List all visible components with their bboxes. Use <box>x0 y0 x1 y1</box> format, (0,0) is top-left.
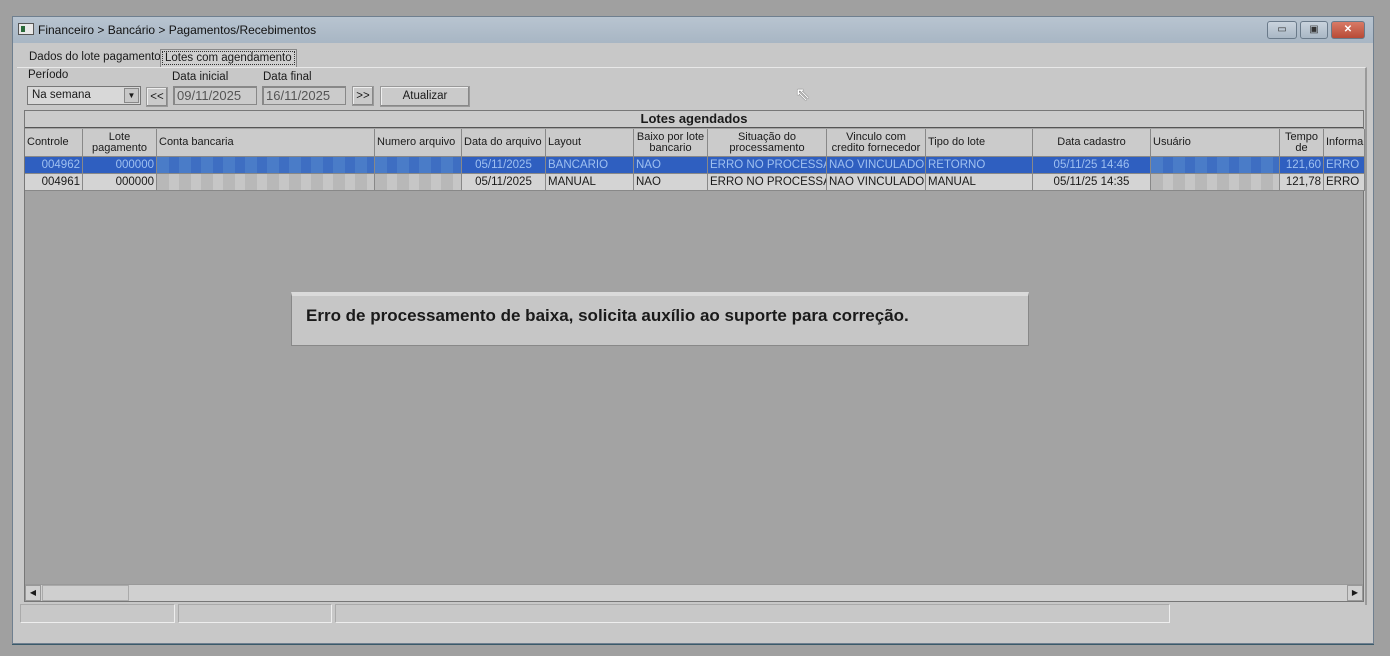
prev-period-button[interactable]: << <box>146 87 168 107</box>
column-header[interactable]: Conta bancaria <box>157 129 375 157</box>
table-cell[interactable] <box>375 174 462 191</box>
periodo-select[interactable]: Na semana ▼ <box>27 86 141 105</box>
column-header[interactable]: Controle <box>25 129 83 157</box>
data-final-input[interactable]: 16/11/2025 <box>262 86 346 105</box>
scroll-right-icon[interactable]: ▶ <box>1347 585 1363 601</box>
table-cell[interactable]: BANCARIO <box>546 157 634 174</box>
table-cell[interactable]: 05/11/25 14:46 <box>1033 157 1151 174</box>
table-cell[interactable]: 05/11/2025 <box>462 157 546 174</box>
column-header[interactable]: Usuário <box>1151 129 1280 157</box>
column-header[interactable]: Numero arquivo <box>375 129 462 157</box>
table-cell[interactable]: 004962 <box>25 157 83 174</box>
scroll-left-icon[interactable]: ◀ <box>25 585 41 601</box>
title-bar: Financeiro > Bancário > Pagamentos/Receb… <box>13 17 1373 43</box>
mouse-cursor-icon: ⇖ <box>795 84 811 104</box>
column-header[interactable]: Tipo do lote <box>926 129 1033 157</box>
table-cell[interactable] <box>157 174 375 191</box>
table-cell[interactable]: MANUAL <box>926 174 1033 191</box>
next-period-button[interactable]: >> <box>352 86 374 106</box>
chevron-down-icon[interactable]: ▼ <box>124 88 139 103</box>
table-cell[interactable]: 000000 <box>83 157 157 174</box>
status-panel-3 <box>335 604 1170 623</box>
column-header[interactable]: Layout <box>546 129 634 157</box>
table-cell[interactable] <box>375 157 462 174</box>
table-cell[interactable]: NAO <box>634 174 708 191</box>
data-inicial-label: Data inicial <box>172 71 229 83</box>
table-cell[interactable] <box>157 157 375 174</box>
table-cell[interactable]: 121,60 <box>1280 157 1324 174</box>
tab-lotes-agendamento[interactable]: Lotes com agendamento <box>160 49 297 67</box>
table-cell[interactable]: ERRO NO PROCESSAI <box>708 157 827 174</box>
table-cell[interactable]: 121,78 <box>1280 174 1324 191</box>
status-panel-2 <box>178 604 332 623</box>
grid-title: Lotes agendados <box>25 111 1363 128</box>
scroll-thumb[interactable] <box>42 585 129 601</box>
error-message-box: Erro de processamento de baixa, solicita… <box>291 292 1029 346</box>
status-panel-1 <box>20 604 175 623</box>
data-inicial-input[interactable]: 09/11/2025 <box>173 86 257 105</box>
close-button[interactable]: ✕ <box>1331 21 1365 39</box>
horizontal-scrollbar[interactable]: ◀ ▶ <box>25 584 1363 601</box>
table-cell[interactable]: 05/11/2025 <box>462 174 546 191</box>
table-cell[interactable]: MANUAL <box>546 174 634 191</box>
table-cell[interactable] <box>1151 157 1280 174</box>
column-header[interactable]: Data cadastro <box>1033 129 1151 157</box>
column-header[interactable]: Tempo de <box>1280 129 1324 157</box>
column-header[interactable]: Informa <box>1324 129 1365 157</box>
table-cell[interactable]: ERRO <box>1324 174 1365 191</box>
periodo-value: Na semana <box>32 89 91 101</box>
data-final-label: Data final <box>263 71 312 83</box>
maximize-button[interactable]: ▣ <box>1300 21 1328 39</box>
table-cell[interactable]: 000000 <box>83 174 157 191</box>
table-cell[interactable]: ERRO NO PROCESSAI <box>708 174 827 191</box>
table-cell[interactable]: NAO <box>634 157 708 174</box>
column-header[interactable]: Data do arquivo <box>462 129 546 157</box>
column-header[interactable]: Situação do processamento <box>708 129 827 157</box>
column-header[interactable]: Vinculo com credito fornecedor <box>827 129 926 157</box>
window-title: Financeiro > Bancário > Pagamentos/Receb… <box>38 23 317 37</box>
column-header[interactable]: Baixo por lote bancario <box>634 129 708 157</box>
table-cell[interactable]: NAO VINCULADO <box>827 174 926 191</box>
atualizar-button[interactable]: Atualizar <box>380 86 470 107</box>
minimize-button[interactable]: ▭ <box>1267 21 1297 39</box>
table-cell[interactable]: 05/11/25 14:35 <box>1033 174 1151 191</box>
lotes-grid: Lotes agendados Controle Lote pagamento Co… <box>24 110 1365 602</box>
table-cell[interactable]: 004961 <box>25 174 83 191</box>
column-header[interactable]: Lote pagamento <box>83 129 157 157</box>
app-icon <box>18 23 34 35</box>
tab-dados-lote[interactable]: Dados do lote pagamento <box>25 49 165 67</box>
table-cell[interactable]: NAO VINCULADO <box>827 157 926 174</box>
periodo-label: Período <box>28 69 69 81</box>
table-cell[interactable]: RETORNO <box>926 157 1033 174</box>
table-cell[interactable]: ERRO <box>1324 157 1365 174</box>
table-cell[interactable] <box>1151 174 1280 191</box>
